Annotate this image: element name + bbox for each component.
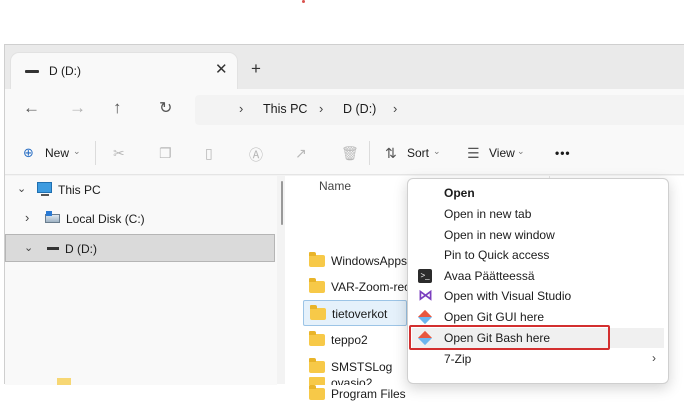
menu-item-label: Pin to Quick access: [444, 248, 550, 262]
chevron-right-icon: ›: [652, 351, 656, 365]
menu-item-label: Open in new tab: [444, 207, 532, 221]
file-name: WindowsApps: [331, 254, 408, 268]
menu-item-pin-quick-access[interactable]: Pin to Quick access: [412, 245, 664, 265]
windows-logo-icon: [46, 211, 52, 216]
column-header-name[interactable]: Name: [319, 179, 351, 193]
sort-icon: ⇅: [385, 145, 397, 161]
chevron-down-icon: ⌄: [517, 146, 525, 156]
tab-strip: D (D:) ✕ +: [5, 45, 684, 89]
address-bar[interactable]: › This PC › D (D:) ›: [195, 95, 684, 125]
list-item[interactable]: tietoverkot: [303, 300, 407, 326]
command-bar: ⊕ New ⌄ ✂ ❐ ▯ Ⓐ ↗ 🗑 ⇅ Sort ⌄ ☰ View ⌄ ••…: [5, 131, 684, 175]
chevron-right-icon: ›: [319, 101, 324, 116]
context-menu: Open Open in new tab Open in new window …: [407, 178, 669, 384]
breadcrumb-d-drive[interactable]: D (D:): [343, 102, 376, 116]
drive-icon: [25, 70, 39, 73]
navigation-bar: ← → ↑ ↻ › This PC › D (D:) ›: [5, 89, 684, 131]
nav-item-label: Local Disk (C:): [66, 212, 145, 226]
sort-button[interactable]: Sort: [407, 146, 429, 160]
highlight-annotation: [409, 325, 610, 350]
nav-item-local-disk-c[interactable]: › Local Disk (C:): [5, 205, 275, 233]
refresh-icon[interactable]: ↻: [159, 98, 172, 118]
folder-icon: [309, 278, 325, 293]
new-plus-icon: ⊕: [23, 145, 34, 160]
menu-item-open[interactable]: Open: [412, 183, 664, 203]
menu-item-label: Open: [444, 186, 475, 200]
red-dot: [302, 0, 305, 3]
chevron-right-icon: ›: [239, 101, 244, 116]
chevron-down-icon[interactable]: ⌄: [24, 241, 33, 254]
navigation-pane: ⌄ This PC › Local Disk (C:) ⌄ D (D:): [5, 176, 277, 385]
git-icon: [417, 309, 433, 325]
menu-item-label: 7-Zip: [444, 352, 472, 366]
plus-icon[interactable]: +: [251, 59, 261, 79]
computer-icon: [37, 182, 52, 193]
paste-icon[interactable]: ▯: [205, 145, 213, 162]
menu-item-open-new-window[interactable]: Open in new window: [412, 225, 664, 245]
nav-item-label: D (D:): [65, 242, 97, 256]
arrow-up-icon[interactable]: ↑: [113, 98, 122, 118]
cut-icon[interactable]: ✂: [113, 145, 125, 162]
menu-item-label: Open Git GUI here: [444, 310, 545, 324]
nav-item-label: This PC: [58, 183, 101, 197]
menu-item-open-terminal[interactable]: >_ Avaa Päätteessä: [412, 266, 664, 286]
toolbar-divider: [95, 141, 96, 165]
folder-icon: [310, 305, 326, 320]
menu-item-open-git-gui[interactable]: Open Git GUI here: [412, 307, 664, 327]
view-button[interactable]: View: [489, 146, 515, 160]
list-item[interactable]: VAR-Zoom-recor: [303, 274, 409, 300]
arrow-left-icon[interactable]: ←: [23, 98, 40, 118]
menu-item-open-new-tab[interactable]: Open in new tab: [412, 204, 664, 224]
view-icon: ☰: [467, 145, 480, 161]
chevron-down-icon: ⌄: [73, 146, 81, 156]
menu-item-label: Open with Visual Studio: [444, 289, 572, 303]
file-name: teppo2: [331, 333, 368, 347]
visual-studio-icon: ⋈: [418, 287, 433, 304]
copy-icon[interactable]: ❐: [159, 145, 172, 162]
menu-item-label: Open in new window: [444, 228, 555, 242]
close-icon[interactable]: ✕: [215, 60, 228, 78]
chevron-down-icon[interactable]: ⌄: [17, 182, 26, 195]
chevron-right-icon[interactable]: ›: [25, 210, 29, 225]
breadcrumb-this-pc[interactable]: This PC: [263, 102, 307, 116]
computer-stand: [41, 194, 49, 196]
new-button[interactable]: New: [45, 146, 69, 160]
file-name: Program Files: [331, 387, 406, 401]
folder-icon: [309, 252, 325, 267]
menu-item-7zip[interactable]: 7-Zip ›: [412, 349, 664, 369]
tab-title: D (D:): [49, 64, 81, 78]
more-options-button[interactable]: •••: [555, 146, 571, 160]
rename-icon[interactable]: Ⓐ: [249, 145, 263, 165]
drive-icon: [47, 247, 59, 250]
list-item[interactable]: ovasio2: [303, 372, 423, 385]
menu-item-label: Avaa Päätteessä: [444, 269, 535, 283]
chevron-right-icon[interactable]: ›: [393, 101, 397, 116]
nav-item-d-drive[interactable]: ⌄ D (D:): [5, 234, 275, 262]
pane-resize-handle[interactable]: [281, 181, 283, 225]
toolbar-divider: [369, 141, 370, 165]
share-icon[interactable]: ↗: [295, 145, 307, 162]
folder-icon: [309, 385, 325, 400]
nav-item-this-pc[interactable]: ⌄ This PC: [5, 176, 275, 204]
folder-icon: [309, 331, 325, 346]
file-name: tietoverkot: [332, 307, 388, 321]
arrow-right-icon[interactable]: →: [69, 98, 86, 118]
file-name: VAR-Zoom-recor: [331, 280, 409, 294]
menu-item-open-visual-studio[interactable]: ⋈ Open with Visual Studio: [412, 286, 664, 306]
chevron-down-icon: ⌄: [433, 146, 441, 156]
delete-icon[interactable]: 🗑: [341, 145, 359, 162]
tab-d-drive[interactable]: D (D:) ✕: [11, 53, 237, 89]
terminal-icon: >_: [418, 269, 432, 283]
